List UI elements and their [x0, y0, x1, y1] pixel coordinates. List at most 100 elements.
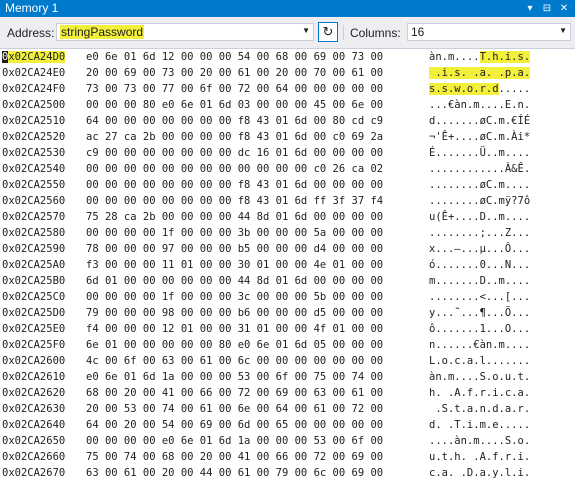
row-hex-bytes[interactable]: ac 27 ca 2b 00 00 00 00 f8 43 01 6d 00 c… [86, 129, 383, 145]
row-hex-bytes[interactable]: c9 00 00 00 00 00 00 00 dc 16 01 6d 00 0… [86, 145, 383, 161]
row-hex-bytes[interactable]: e0 6e 01 6d 12 00 00 00 54 00 68 00 69 0… [86, 49, 383, 65]
row-ascii[interactable]: y...˜...¶...Õ... [429, 305, 530, 321]
columns-combo[interactable]: 16 ▼ [407, 23, 571, 41]
row-hex-bytes[interactable]: 00 00 00 00 1f 00 00 00 3b 00 00 00 5a 0… [86, 225, 383, 241]
memory-toolbar: Address: stringPassword ▼ ↻ Columns: 16 … [0, 17, 575, 49]
dropdown-icon[interactable]: ▾ [523, 0, 537, 17]
row-ascii[interactable]: .S.t.a.n.d.a.r. [429, 401, 530, 417]
address-input[interactable]: stringPassword [60, 25, 145, 40]
chevron-down-icon[interactable]: ▼ [302, 26, 310, 35]
row-ascii[interactable]: L.o.c.a.l....... [429, 353, 530, 369]
memory-row[interactable]: 0x02CA2630 20 00 53 00 74 00 61 00 6e 00 … [0, 401, 575, 417]
row-ascii[interactable]: n......€àn.m.... [429, 337, 530, 353]
memory-row[interactable]: 0x02CA2550 00 00 00 00 00 00 00 00 f8 43 … [0, 177, 575, 193]
memory-row[interactable]: 0x02CA25E0 f4 00 00 00 12 01 00 00 31 01 … [0, 321, 575, 337]
row-ascii[interactable]: u(Ê+....D..m.... [429, 209, 530, 225]
row-hex-bytes[interactable]: 00 00 00 00 00 00 00 00 f8 43 01 6d ff 3… [86, 193, 383, 209]
row-ascii[interactable]: ¬'Ê+....øC.m.Ài* [429, 129, 530, 145]
memory-row[interactable]: 0x02CA2530 c9 00 00 00 00 00 00 00 dc 16 … [0, 145, 575, 161]
memory-row[interactable]: 0x02CA2520 ac 27 ca 2b 00 00 00 00 f8 43 … [0, 129, 575, 145]
row-ascii[interactable]: ........;...Z... [429, 225, 530, 241]
row-hex-bytes[interactable]: 63 00 61 00 20 00 44 00 61 00 79 00 6c 0… [86, 465, 383, 481]
row-hex-bytes[interactable]: 75 28 ca 2b 00 00 00 00 44 8d 01 6d 00 0… [86, 209, 383, 225]
memory-row[interactable]: 0x02CA2560 00 00 00 00 00 00 00 00 f8 43 … [0, 193, 575, 209]
row-hex-bytes[interactable]: f3 00 00 00 11 01 00 00 30 01 00 00 4e 0… [86, 257, 383, 273]
memory-row[interactable]: 0x02CA2620 68 00 20 00 41 00 66 00 72 00 … [0, 385, 575, 401]
memory-row[interactable]: 0x02CA2610 e0 6e 01 6d 1a 00 00 00 53 00 … [0, 369, 575, 385]
row-address: 0x02CA2540 [2, 163, 66, 175]
row-ascii[interactable]: m.......D..m.... [429, 273, 530, 289]
memory-row[interactable]: 0x02CA24E0 20 00 69 00 73 00 20 00 61 00 … [0, 65, 575, 81]
row-hex-bytes[interactable]: 00 00 00 80 e0 6e 01 6d 03 00 00 00 45 0… [86, 97, 383, 113]
row-hex-bytes[interactable]: 64 00 00 00 00 00 00 00 f8 43 01 6d 00 8… [86, 113, 383, 129]
row-hex-bytes[interactable]: 00 00 00 00 e0 6e 01 6d 1a 00 00 00 53 0… [86, 433, 383, 449]
window-title: Memory 1 [5, 1, 59, 15]
row-ascii[interactable]: ............À&Ê. [429, 161, 530, 177]
memory-row[interactable]: 0x02CA2580 00 00 00 00 1f 00 00 00 3b 00 … [0, 225, 575, 241]
row-address: 0x02CA2560 [2, 195, 66, 207]
row-ascii[interactable]: É.......Ü..m.... [429, 145, 530, 161]
memory-row[interactable]: 0x02CA25D0 79 00 00 00 98 00 00 00 b6 00 … [0, 305, 575, 321]
row-ascii[interactable]: ó.......0...N... [429, 257, 530, 273]
row-address: 0x02CA2530 [2, 147, 66, 159]
row-ascii[interactable]: s.s.w.o.r.d..... [429, 81, 530, 97]
row-ascii[interactable]: ...€àn.m....E.n. [429, 97, 530, 113]
row-ascii[interactable]: c.a. .D.a.y.l.i. [429, 465, 530, 481]
memory-row[interactable]: 0x02CA2650 00 00 00 00 e0 6e 01 6d 1a 00 … [0, 433, 575, 449]
memory-row[interactable]: 0x02CA25A0 f3 00 00 00 11 01 00 00 30 01 … [0, 257, 575, 273]
memory-row[interactable]: 0x02CA25B0 6d 01 00 00 00 00 00 00 44 8d … [0, 273, 575, 289]
refresh-button[interactable]: ↻ [318, 22, 338, 42]
row-hex-bytes[interactable]: 75 00 74 00 68 00 20 00 41 00 66 00 72 0… [86, 449, 383, 465]
row-address: 0x02CA2650 [2, 435, 66, 447]
row-hex-bytes[interactable]: 6d 01 00 00 00 00 00 00 44 8d 01 6d 00 0… [86, 273, 383, 289]
row-ascii[interactable]: ô.......1...O... [429, 321, 530, 337]
memory-row[interactable]: 0x02CA24F0 73 00 73 00 77 00 6f 00 72 00 … [0, 81, 575, 97]
memory-row[interactable]: 0x02CA2500 00 00 00 80 e0 6e 01 6d 03 00 … [0, 97, 575, 113]
row-hex-bytes[interactable]: f4 00 00 00 12 01 00 00 31 01 00 00 4f 0… [86, 321, 383, 337]
row-ascii[interactable]: ........øC.mÿ?7ô [429, 193, 530, 209]
address-combo[interactable]: stringPassword ▼ [56, 23, 314, 41]
chevron-down-icon[interactable]: ▼ [559, 26, 567, 35]
pin-icon[interactable]: ⊟ [540, 0, 554, 17]
row-ascii[interactable]: d. .T.i.m.e..... [429, 417, 530, 433]
row-ascii[interactable]: u.t.h. .A.f.r.i. [429, 449, 530, 465]
memory-row[interactable]: 0x02CA25F0 6e 01 00 00 00 00 00 80 e0 6e … [0, 337, 575, 353]
row-hex-bytes[interactable]: 68 00 20 00 41 00 66 00 72 00 69 00 63 0… [86, 385, 383, 401]
row-hex-bytes[interactable]: 20 00 53 00 74 00 61 00 6e 00 64 00 61 0… [86, 401, 383, 417]
memory-dump[interactable]: 0x02CA24D0 e0 6e 01 6d 12 00 00 00 54 00 … [0, 48, 575, 482]
row-ascii[interactable]: ........øC.m.... [429, 177, 530, 193]
row-hex-bytes[interactable]: 6e 01 00 00 00 00 00 80 e0 6e 01 6d 05 0… [86, 337, 383, 353]
memory-row[interactable]: 0x02CA2590 78 00 00 00 97 00 00 00 b5 00 … [0, 241, 575, 257]
row-ascii[interactable]: ....àn.m....S.o. [429, 433, 530, 449]
close-icon[interactable]: ✕ [557, 0, 571, 17]
row-hex-bytes[interactable]: 73 00 73 00 77 00 6f 00 72 00 64 00 00 0… [86, 81, 383, 97]
memory-row[interactable]: 0x02CA2570 75 28 ca 2b 00 00 00 00 44 8d … [0, 209, 575, 225]
row-hex-bytes[interactable]: e0 6e 01 6d 1a 00 00 00 53 00 6f 00 75 0… [86, 369, 383, 385]
row-hex-bytes[interactable]: 20 00 69 00 73 00 20 00 61 00 20 00 70 0… [86, 65, 383, 81]
memory-row[interactable]: 0x02CA2540 00 00 00 00 00 00 00 00 00 00 … [0, 161, 575, 177]
memory-row[interactable]: 0x02CA2600 4c 00 6f 00 63 00 61 00 6c 00 … [0, 353, 575, 369]
row-hex-bytes[interactable]: 00 00 00 00 1f 00 00 00 3c 00 00 00 5b 0… [86, 289, 383, 305]
memory-row[interactable]: 0x02CA24D0 e0 6e 01 6d 12 00 00 00 54 00 … [0, 49, 575, 65]
row-ascii[interactable]: ........<...[... [429, 289, 530, 305]
row-ascii[interactable]: àn.m....T.h.i.s. [429, 49, 531, 65]
row-hex-bytes[interactable]: 4c 00 6f 00 63 00 61 00 6c 00 00 00 00 0… [86, 353, 383, 369]
row-hex-bytes[interactable]: 79 00 00 00 98 00 00 00 b6 00 00 00 d5 0… [86, 305, 383, 321]
memory-row[interactable]: 0x02CA2660 75 00 74 00 68 00 20 00 41 00 … [0, 449, 575, 465]
row-ascii[interactable]: h. .A.f.r.i.c.a. [429, 385, 530, 401]
columns-value: 16 [411, 25, 425, 39]
row-address: 0x02CA24D0 [2, 49, 66, 65]
row-hex-bytes[interactable]: 78 00 00 00 97 00 00 00 b5 00 00 00 d4 0… [86, 241, 383, 257]
row-hex-bytes[interactable]: 00 00 00 00 00 00 00 00 00 00 00 00 c0 2… [86, 161, 383, 177]
row-hex-bytes[interactable]: 00 00 00 00 00 00 00 00 f8 43 01 6d 00 0… [86, 177, 383, 193]
row-ascii[interactable]: àn.m....S.o.u.t. [429, 369, 530, 385]
row-hex-bytes[interactable]: 64 00 20 00 54 00 69 00 6d 00 65 00 00 0… [86, 417, 383, 433]
row-ascii[interactable]: x...—...µ...Ô... [429, 241, 530, 257]
memory-row[interactable]: 0x02CA2670 63 00 61 00 20 00 44 00 61 00 … [0, 465, 575, 481]
memory-row[interactable]: 0x02CA25C0 00 00 00 00 1f 00 00 00 3c 00 … [0, 289, 575, 305]
row-ascii[interactable]: d.......øC.m.€ÍÉ [429, 113, 530, 129]
row-address: 0x02CA2670 [2, 467, 66, 479]
memory-row[interactable]: 0x02CA2640 64 00 20 00 54 00 69 00 6d 00 … [0, 417, 575, 433]
row-ascii[interactable]: .i.s. .a. .p.a. [429, 65, 531, 81]
memory-row[interactable]: 0x02CA2510 64 00 00 00 00 00 00 00 f8 43 … [0, 113, 575, 129]
